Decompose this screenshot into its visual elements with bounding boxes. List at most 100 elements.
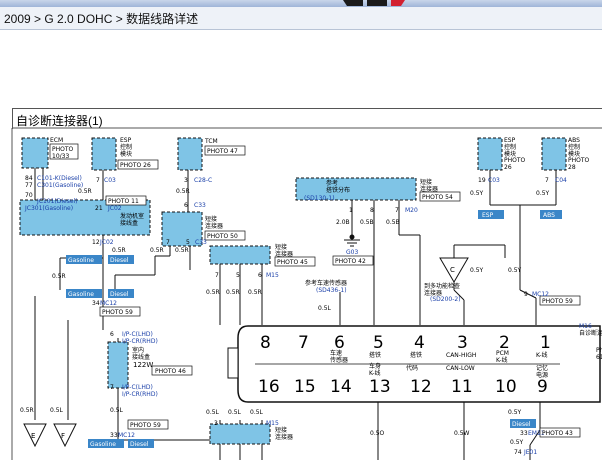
label-ph-cut: Ph 61	[596, 347, 602, 361]
label-w05y-d: 0.5Y	[508, 267, 522, 274]
label-w05y-b: 0.5Y	[536, 190, 550, 197]
label-mc12-b: MC12	[532, 291, 549, 298]
label-w05r-b: 0.5R	[52, 273, 66, 280]
label-w05l-e: 0.5L	[228, 409, 242, 416]
label-w9: 9	[524, 291, 528, 298]
label-short-conn-2: 短接连接器	[275, 243, 293, 258]
label-c33: C33	[194, 202, 206, 209]
label-photo-50: PHOTO 50	[207, 233, 238, 240]
label-ipcr-rhd-b: I/P-CR(RHD)	[122, 391, 158, 398]
label-ipc-lhd-b: I/P-C(LHD)	[122, 384, 153, 391]
label-pin4: 4	[414, 333, 425, 353]
label-w05l-c: 0.5L	[110, 407, 124, 414]
label-w5-b: 5	[236, 272, 240, 279]
label-w05y-a: 0.5Y	[470, 190, 484, 197]
label-w05r-f: 0.5R	[175, 247, 189, 254]
label-pin2-desc: PCM K-线	[496, 350, 509, 364]
label-w6-b: 6	[258, 272, 262, 279]
label-pin16: 16	[258, 377, 280, 397]
label-w05r-e: 0.5R	[150, 247, 164, 254]
label-c28c: C28-C	[194, 177, 212, 184]
label-pin15: 15	[294, 377, 316, 397]
label-pin3: 3	[457, 333, 468, 353]
label-pin13: 13	[369, 377, 391, 397]
label-sd130: (SD130-1)	[304, 195, 335, 202]
label-m16: M16	[579, 323, 592, 330]
label-w19: 19	[478, 177, 486, 184]
wiring-diagram: ECMPHOTO 10/33ESP 控制模块PHOTO 26TCMPHOTO 47E…	[11, 127, 602, 460]
label-m15-a: M15	[266, 272, 279, 279]
label-w05l-b: 0.5L	[50, 407, 64, 414]
label-w77: 77	[25, 182, 33, 189]
label-pin10: 10	[495, 377, 517, 397]
label-pin3-desc: CAN-HIGH	[446, 352, 476, 359]
label-w84: 84	[25, 175, 33, 182]
label-tri-c: C	[450, 266, 455, 274]
label-gasoline-b: Gasoline	[68, 291, 94, 298]
label-ecm: ECM	[50, 137, 63, 144]
label-w05l-a: 0.5L	[318, 305, 332, 312]
label-photo-26-r: PHOTO 26	[504, 157, 526, 171]
label-c03: C03	[104, 177, 116, 184]
label-sd436: (SD436-1)	[316, 287, 347, 294]
label-tri-f: F	[61, 432, 65, 440]
ground-g03-icon	[344, 234, 360, 247]
ecm-box[interactable]	[21, 137, 49, 169]
label-c101: C101-K(Diesel)	[37, 175, 82, 182]
label-jc301: JC301(Gasoline)	[24, 205, 73, 212]
label-w33-b: 33	[520, 430, 528, 437]
label-w05r-h: 0.5R	[226, 289, 240, 296]
label-abs-ctrl: ABS 控制模块	[568, 137, 580, 158]
label-pin14: 14	[330, 377, 352, 397]
label-esp-ctrl: ESP 控制模块	[120, 137, 132, 158]
label-w05r-a: 0.5R	[78, 188, 92, 195]
short-connector-4[interactable]	[209, 423, 271, 445]
tcm-box[interactable]	[177, 137, 203, 171]
label-pin9: 9	[537, 377, 548, 397]
label-w34: 34	[92, 300, 100, 307]
label-w05r-d: 0.5R	[112, 247, 126, 254]
label-c33-b: C33	[195, 239, 207, 246]
esp-module-right-box[interactable]	[477, 137, 503, 171]
label-w33: 33	[110, 432, 118, 439]
label-photo-26: PHOTO 26	[120, 162, 151, 169]
short-connector-2[interactable]	[209, 245, 271, 265]
label-jc02-a: JC02	[107, 205, 122, 212]
label-pin7: 7	[298, 333, 309, 353]
label-w3: 3	[184, 177, 188, 184]
label-w5-a: 5	[186, 239, 190, 246]
label-w05b-a: 0.5B	[360, 219, 374, 226]
label-c04: C04	[555, 177, 567, 184]
label-w1: 1	[349, 207, 353, 214]
label-pin11-desc: CAN-LOW	[446, 365, 475, 372]
label-m20: M20	[405, 207, 418, 214]
indoor-junction-box[interactable]	[107, 341, 129, 389]
label-w74: 74	[514, 449, 522, 456]
label-pin12-desc: 代码	[406, 364, 418, 372]
label-w05y-e: 0.5Y	[508, 409, 522, 416]
label-pin5-desc: 搭铁	[369, 351, 381, 359]
label-w05r-c: 0.5R	[176, 188, 190, 195]
label-sd200: (SD200-2)	[430, 296, 461, 303]
label-tri-e: E	[31, 432, 35, 440]
label-esp-ctrl-r: ESP 控制模块	[504, 137, 516, 158]
label-photo-59-c: PHOTO 59	[130, 422, 161, 429]
label-w7-e: 7	[110, 384, 114, 391]
label-photo-54: PHOTO 54	[422, 194, 453, 201]
label-indoor-jbox: 室内接线盒	[132, 346, 150, 361]
label-w8: 8	[370, 207, 374, 214]
label-photo-47: PHOTO 47	[207, 148, 238, 155]
label-gasoline-a: Gasoline	[68, 257, 94, 264]
label-gasoline-c: Gasoline	[90, 441, 116, 448]
label-m15-b: M15	[266, 420, 279, 427]
abs-module-box[interactable]	[541, 137, 567, 171]
label-w05o: 0.5O	[370, 430, 385, 437]
label-short-conn-1: 短接连接器	[205, 215, 223, 230]
label-w7-a: 7	[166, 239, 170, 246]
label-w70: 70	[25, 192, 33, 199]
label-g03: G03	[346, 249, 358, 256]
label-ipcr-rhd: I/P-CR(RHD)	[122, 338, 158, 345]
label-pin9-desc: 记忆电源	[536, 364, 548, 379]
label-short-conn-3: 短接连接器	[420, 178, 438, 193]
esp-module-left-box[interactable]	[91, 137, 117, 171]
